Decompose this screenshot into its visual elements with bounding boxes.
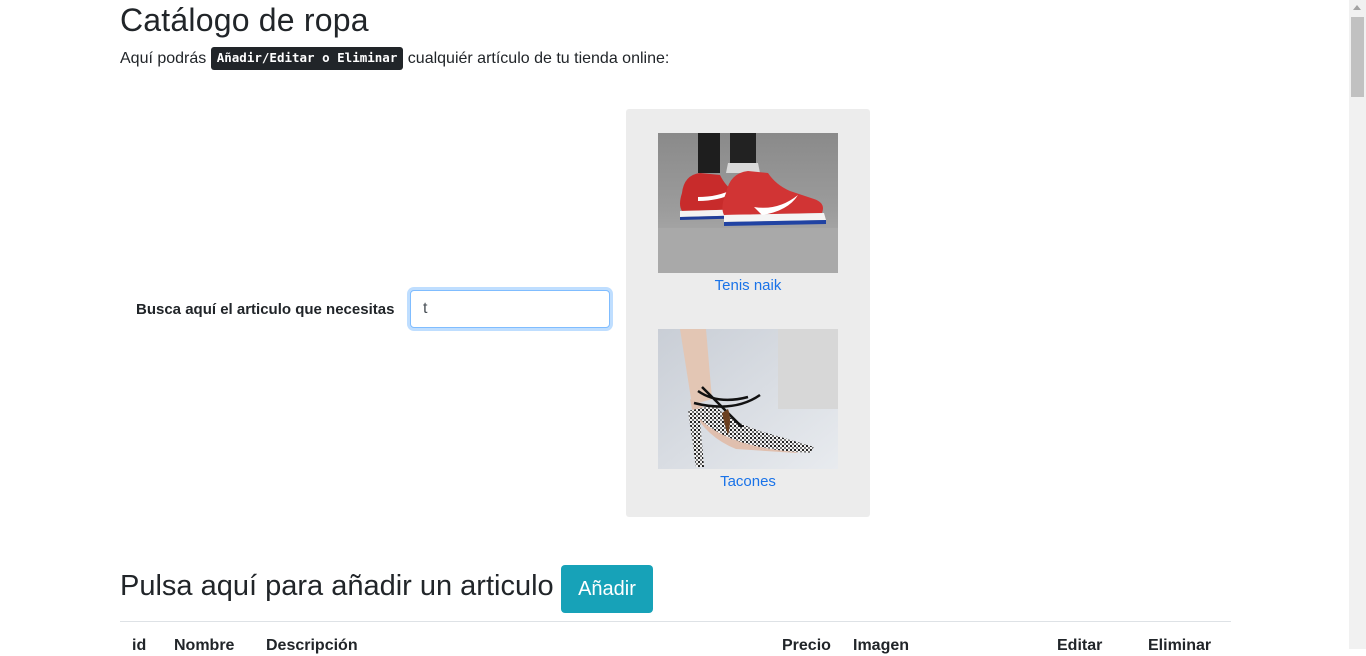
column-header-id: id [132,637,147,654]
table-header-row: id Nombre Descripción Precio Imagen Edit… [120,636,1231,656]
column-header-descripcion: Descripción [266,637,358,654]
column-header-precio: Precio [782,637,831,654]
column-header-eliminar: Eliminar [1148,637,1212,654]
column-header-nombre: Nombre [174,637,235,654]
result-link[interactable]: Tacones [658,473,838,491]
add-button[interactable]: Añadir [561,565,653,613]
intro-text: Aquí podrás Añadir/Editar o Eliminar cua… [120,47,669,70]
scrollbar-thumb[interactable] [1351,17,1364,97]
search-results-panel: Tenis naik Tacones [626,109,870,517]
result-link[interactable]: Tenis naik [658,277,838,295]
gingham-heels-image[interactable] [658,329,838,469]
result-item[interactable]: Tacones [658,329,838,491]
column-header-editar: Editar [1057,637,1103,654]
intro-before: Aquí podrás [120,50,211,67]
intro-after: cualquiér artículo de tu tienda online: [403,50,670,67]
vertical-scrollbar[interactable] [1349,0,1366,649]
divider [120,621,1231,622]
search-input[interactable] [410,290,610,328]
add-section-title: Pulsa aquí para añadir un articulo [120,570,554,602]
red-sneakers-image[interactable] [658,133,838,273]
result-item[interactable]: Tenis naik [658,133,838,295]
intro-code-badge: Añadir/Editar o Eliminar [210,47,404,70]
page-title: Catálogo de ropa [120,2,369,38]
column-header-imagen: Imagen [853,637,910,654]
scroll-up-arrow-icon[interactable] [1353,5,1361,10]
search-label: Busca aquí el articulo que necesitas [136,301,395,318]
